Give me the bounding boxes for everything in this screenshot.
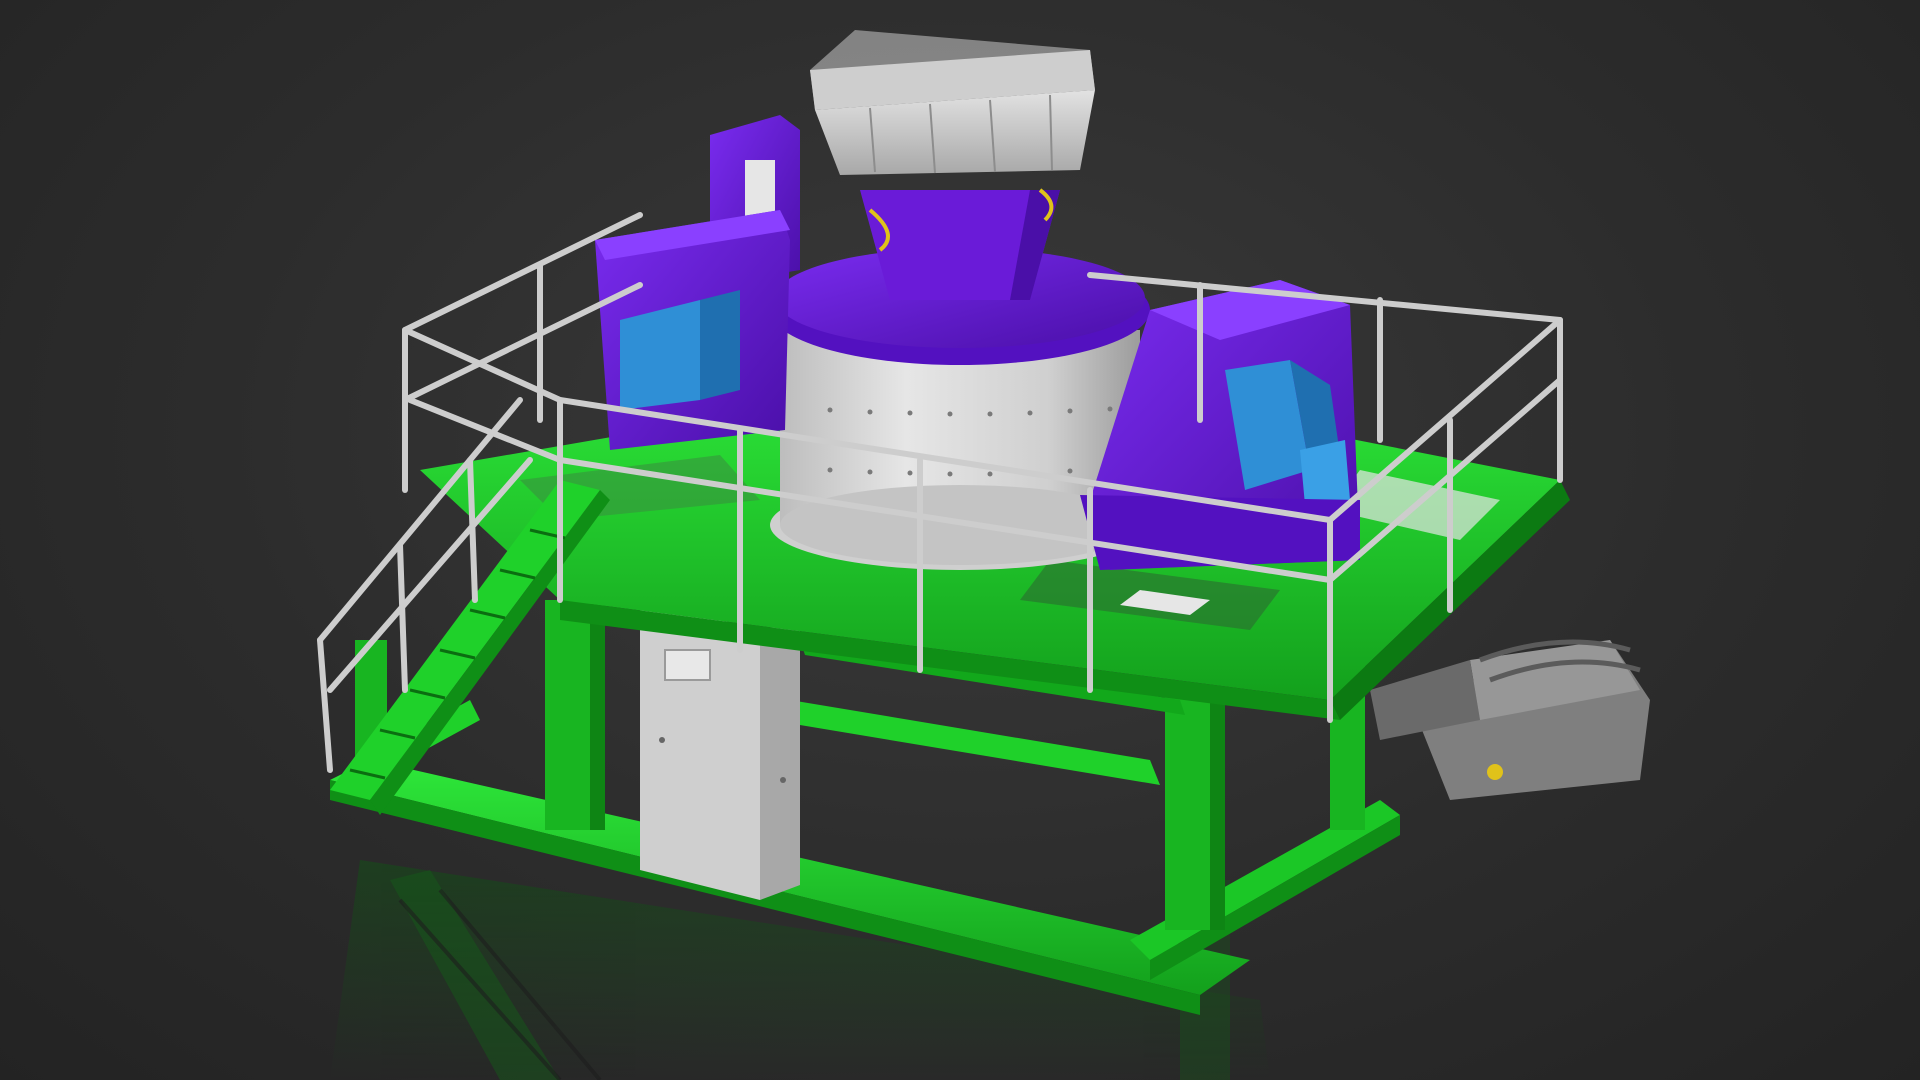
rendered-scene [0,0,1920,1080]
crusher-render [317,30,1650,1080]
discharge-conveyor [1370,639,1650,800]
feed-hopper [810,30,1095,175]
motor-housing-left [595,210,790,450]
